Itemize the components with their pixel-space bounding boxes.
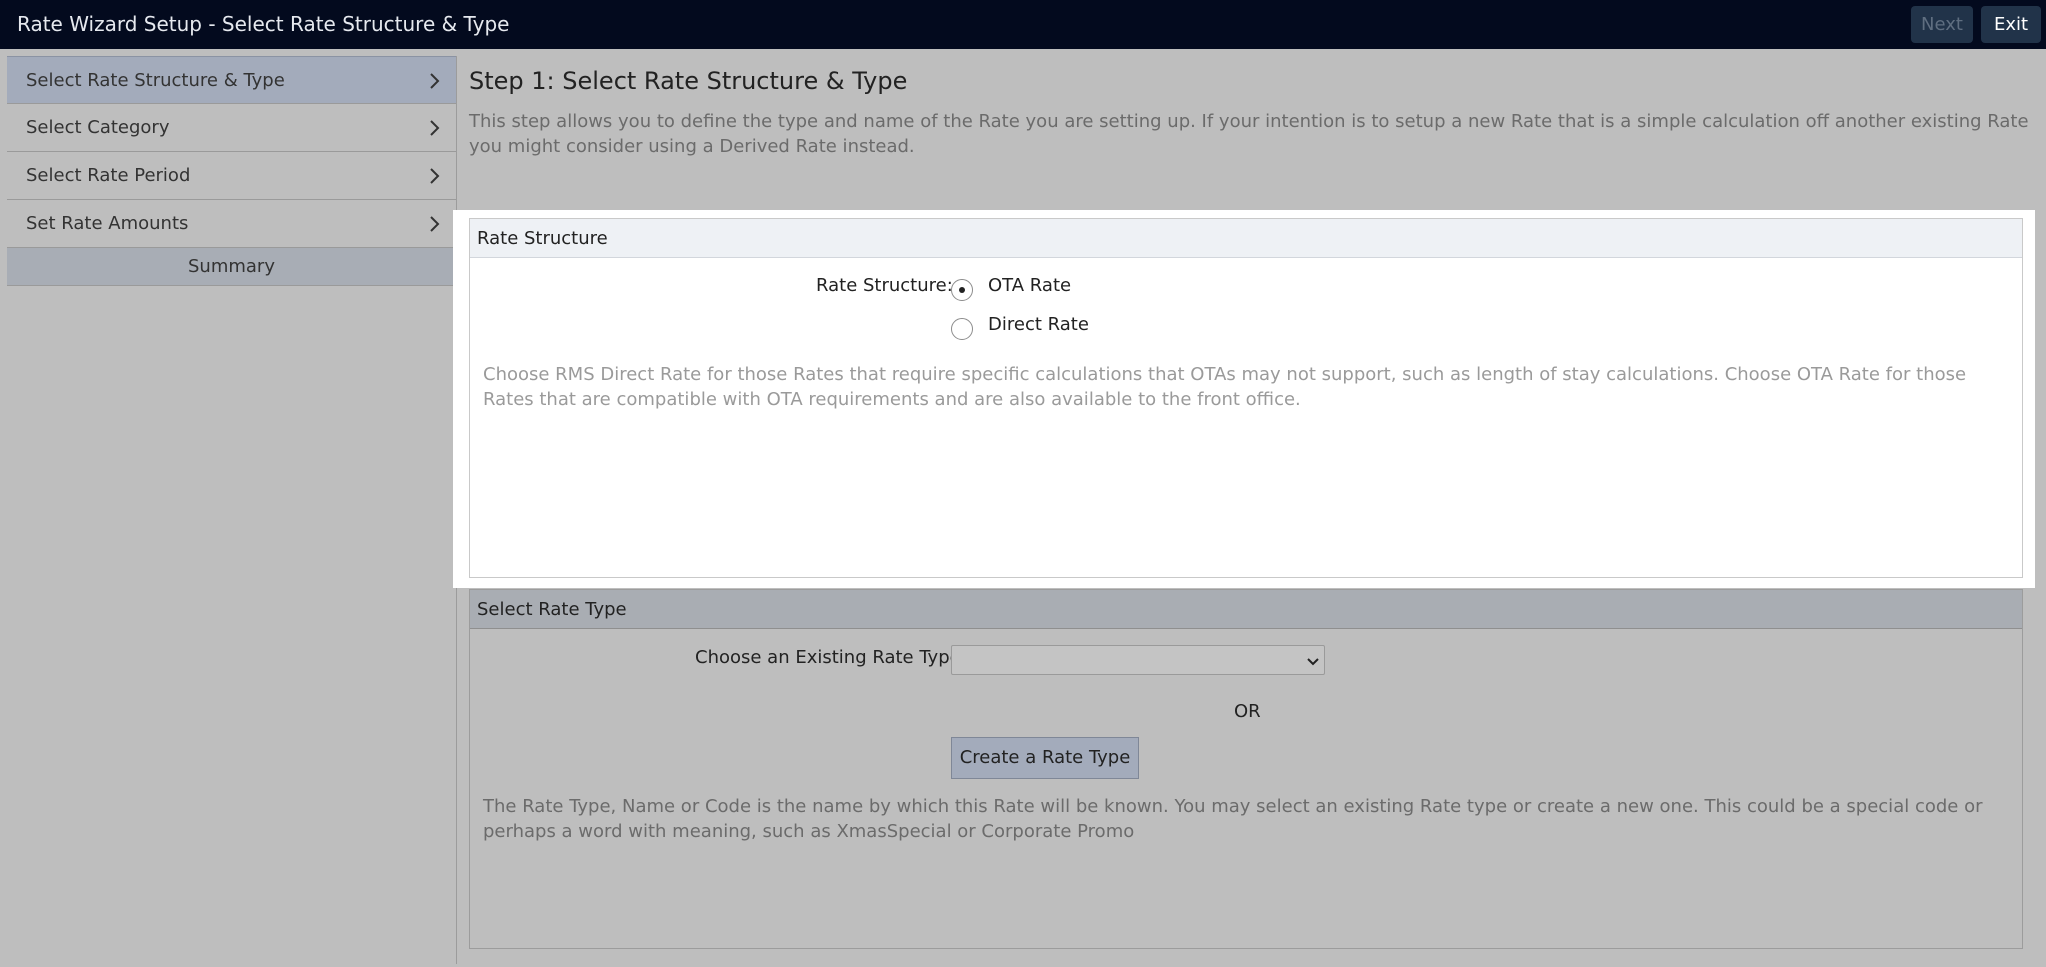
radio-selected-dot [959, 287, 965, 293]
existing-rate-type-label: Choose an Existing Rate Type: [695, 647, 967, 668]
sidebar-item-rate-structure[interactable]: Select Rate Structure & Type [7, 56, 456, 104]
exit-button[interactable]: Exit [1981, 6, 2041, 43]
rate-structure-hint: Choose RMS Direct Rate for those Rates t… [483, 364, 1967, 410]
chevron-down-icon [1307, 658, 1319, 666]
chevron-right-icon [430, 216, 440, 232]
sidebar-item-summary[interactable]: Summary [7, 248, 456, 286]
rate-type-header: Select Rate Type [470, 590, 2022, 629]
sidebar-item-rate-period[interactable]: Select Rate Period [7, 152, 456, 200]
rate-type-hint: The Rate Type, Name or Code is the name … [483, 796, 1983, 842]
window-title: Rate Wizard Setup - Select Rate Structur… [17, 12, 510, 36]
page-description: This step allows you to define the type … [469, 111, 2029, 157]
chevron-right-icon [430, 120, 440, 136]
create-rate-type-button[interactable]: Create a Rate Type [951, 737, 1139, 779]
sidebar-item-label: Set Rate Amounts [26, 213, 189, 234]
ota-rate-radio[interactable] [951, 279, 973, 301]
sidebar-item-rate-amounts[interactable]: Set Rate Amounts [7, 200, 456, 248]
sidebar-item-label: Select Rate Period [26, 165, 191, 186]
sidebar-item-label: Select Category [26, 117, 170, 138]
existing-rate-type-select[interactable] [951, 645, 1325, 675]
wizard-steps-sidebar: Select Rate Structure & Type Select Cate… [7, 56, 456, 286]
title-bar: Rate Wizard Setup - Select Rate Structur… [0, 0, 2046, 49]
chevron-right-icon [430, 168, 440, 184]
rate-structure-header: Rate Structure [470, 219, 2022, 258]
direct-rate-radio[interactable] [951, 318, 973, 340]
rate-type-panel: Select Rate Type [469, 589, 2023, 949]
direct-rate-label[interactable]: Direct Rate [988, 314, 1089, 335]
ota-rate-label[interactable]: OTA Rate [988, 275, 1071, 296]
rate-structure-label: Rate Structure: [816, 275, 953, 296]
next-button[interactable]: Next [1911, 6, 1973, 43]
chevron-right-icon [430, 73, 440, 89]
page-title: Step 1: Select Rate Structure & Type [469, 67, 908, 95]
sidebar-item-category[interactable]: Select Category [7, 104, 456, 152]
or-separator: OR [1234, 701, 1261, 722]
sidebar-item-label: Select Rate Structure & Type [26, 70, 285, 91]
